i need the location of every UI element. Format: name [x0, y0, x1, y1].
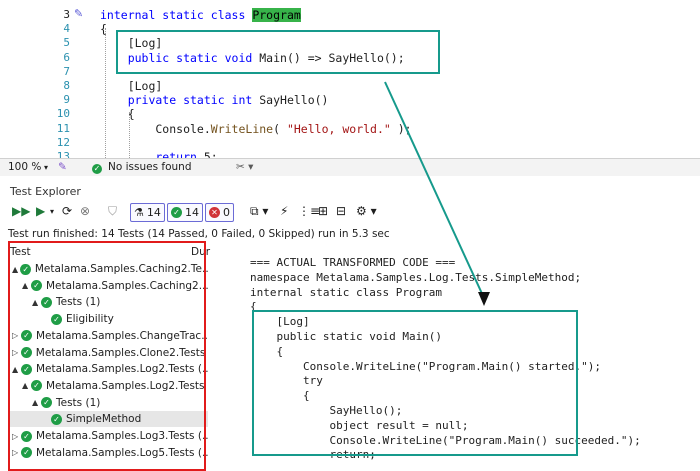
- line-number: 13: [56, 150, 70, 158]
- passed-tests-badge[interactable]: ✓ 14: [167, 203, 203, 222]
- code-line[interactable]: Console.WriteLine( "Hello, world." );: [100, 121, 412, 136]
- line-number: 5: [63, 36, 70, 50]
- total-count: 14: [146, 206, 161, 219]
- test-explorer-title-bar: Test Explorer: [0, 182, 700, 200]
- filter-icon[interactable]: ⛉: [108, 204, 117, 219]
- zoom-level[interactable]: 100 %: [8, 161, 41, 173]
- quick-action-icon[interactable]: ✎: [74, 7, 86, 20]
- test-run-summary: Test run finished: 14 Tests (14 Passed, …: [8, 228, 390, 240]
- group-by-icon[interactable]: ⋮≡: [298, 204, 320, 218]
- expand-all-icon[interactable]: ⊞: [318, 204, 328, 218]
- line-number: 3: [63, 8, 70, 21]
- collapse-all-icon[interactable]: ⊟: [336, 204, 346, 218]
- run-all-icon[interactable]: ▶▶: [12, 204, 30, 218]
- code-token: 5;: [203, 150, 218, 158]
- code-token: (: [273, 121, 287, 136]
- preview-code-line: namespace Metalama.Samples.Log.Tests.Sim…: [250, 270, 582, 284]
- annotation-box-source: [116, 30, 440, 74]
- test-explorer-title: Test Explorer: [10, 185, 81, 198]
- line-number: 9: [63, 93, 70, 107]
- line-number: 11: [56, 121, 70, 135]
- code-token: Program: [252, 8, 301, 22]
- run-after-build-icon[interactable]: ⚡: [280, 204, 288, 218]
- code-token: [Log]: [100, 79, 163, 93]
- flask-icon: ⚗: [134, 206, 144, 219]
- cancel-icon[interactable]: ⊗: [80, 204, 90, 218]
- code-token: Console.: [100, 121, 211, 136]
- code-token: return: [100, 150, 204, 158]
- code-line[interactable]: private static int SayHello(): [100, 93, 329, 107]
- test-explorer-toolbar: ▶▶ ▶ ▾ ⟳ ⊗ ⛉ ⚗ 14 ✓ 14 ✕ 0 ⧉ ▾ ⚡ ⋮≡ ⊞ ⊟ …: [0, 201, 700, 223]
- code-token: internal static class: [100, 8, 253, 22]
- failed-icon: ✕: [209, 207, 220, 218]
- editor-status-bar: 100 % ▾ ✎ ✓ No issues found ✂ ▾: [0, 158, 700, 176]
- code-line[interactable]: {: [100, 22, 107, 36]
- zoom-dropdown-icon[interactable]: ▾: [44, 163, 48, 172]
- line-number: 8: [63, 79, 70, 92]
- code-token: {: [100, 107, 135, 122]
- code-editor[interactable]: 3 4 5 6 7 8 9 10 11 12 13 ✎ internal static class …: [0, 0, 700, 158]
- code-token: SayHello(): [259, 93, 329, 108]
- settings-icon[interactable]: ⚙ ▾: [356, 204, 377, 218]
- cleanup-icon[interactable]: ✂ ▾: [236, 161, 253, 173]
- brush-icon[interactable]: ✎: [58, 161, 67, 173]
- line-number: 4: [63, 22, 70, 36]
- failed-count: 0: [223, 206, 230, 219]
- passed-icon: ✓: [171, 207, 182, 218]
- preview-code-line: internal static class Program: [250, 285, 443, 299]
- tree-highlight-box: [8, 241, 206, 471]
- repeat-icon[interactable]: ⟳: [62, 204, 72, 218]
- playlist-icon[interactable]: ⧉ ▾: [250, 204, 268, 219]
- code-token: WriteLine: [210, 121, 274, 136]
- code-token: "Hello, world.": [286, 121, 391, 136]
- code-line[interactable]: return 5;: [100, 150, 218, 158]
- passed-count: 14: [185, 206, 199, 219]
- code-line[interactable]: [Log]: [100, 79, 163, 93]
- code-line[interactable]: internal static class Program: [100, 8, 301, 22]
- line-number: 6: [63, 50, 70, 64]
- total-tests-badge[interactable]: ⚗ 14: [130, 203, 165, 222]
- run-dropdown-icon[interactable]: ▾: [50, 207, 54, 216]
- line-number: 7: [63, 64, 70, 78]
- line-number: 12: [56, 135, 70, 149]
- preview-code-line: === ACTUAL TRANSFORMED CODE ===: [250, 256, 456, 269]
- code-token: );: [390, 121, 412, 136]
- issues-status[interactable]: No issues found: [108, 161, 192, 173]
- code-token: private static int: [100, 93, 260, 108]
- annotation-box-result: [252, 310, 578, 456]
- code-line[interactable]: {: [100, 107, 135, 121]
- failed-tests-badge[interactable]: ✕ 0: [205, 203, 234, 222]
- line-number: 10: [56, 107, 70, 121]
- run-icon[interactable]: ▶: [36, 204, 45, 218]
- code-token: {: [100, 22, 107, 37]
